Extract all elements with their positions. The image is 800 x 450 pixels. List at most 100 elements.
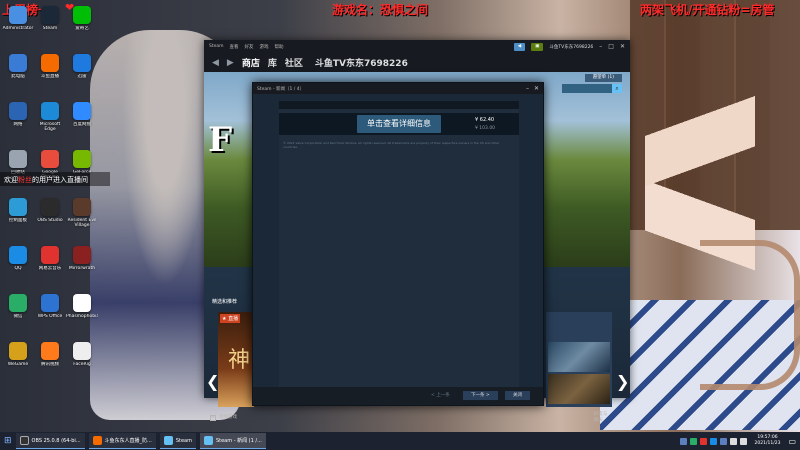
price-original: ¥ 103.00 <box>475 126 496 131</box>
minimize-icon[interactable]: – <box>599 43 602 50</box>
clock-date: 2021/11/23 <box>754 441 781 446</box>
back-arrow-icon[interactable]: ◀ <box>212 58 219 68</box>
tab-library[interactable]: 库 <box>268 56 277 69</box>
close-icon[interactable]: ✕ <box>620 43 625 50</box>
desktop-icon[interactable]: Resident Evil Village <box>66 198 98 232</box>
notify-highlight: 粉丝 <box>18 176 32 184</box>
desktop-icon[interactable]: 控制面板 <box>2 198 34 232</box>
start-icon[interactable]: ⊞ <box>4 436 12 446</box>
desktop-icon[interactable]: WPS Office <box>34 294 66 328</box>
popup-image-placeholder <box>279 101 519 109</box>
desktop-icon-label: FaceRig <box>73 362 91 367</box>
desktop-icon-label: Mirrorwrath <box>68 266 96 271</box>
app-icon <box>73 54 91 72</box>
prev-news-button[interactable]: < 上一条 <box>423 391 458 400</box>
friends-chat-button[interactable]: 好友与 聊天 <box>594 412 608 424</box>
app-icon <box>9 198 27 216</box>
view-details-button[interactable]: 单击查看详细信息 <box>357 115 441 133</box>
desktop-icon-label: 爱奇艺 <box>75 26 89 31</box>
desktop-icon[interactable]: OBS Studio <box>34 198 66 232</box>
desktop-icon-label: 控制面板 <box>9 218 27 223</box>
desktop-icon[interactable]: WeGame <box>2 342 34 376</box>
desktop-icon[interactable]: 爱奇艺 <box>66 6 98 40</box>
maximize-icon[interactable]: □ <box>608 43 614 50</box>
stream-notify-bar: 欢迎粉丝的用户进入直播间 <box>0 172 110 186</box>
desktop-icon-label: Resident Evil Village <box>67 218 97 228</box>
next-news-button[interactable]: 下一条 > <box>463 391 498 400</box>
app-icon <box>9 246 27 264</box>
close-button[interactable]: 关闭 <box>505 391 530 400</box>
desktop-icon-label: WPS Office <box>37 314 63 319</box>
menu-help[interactable]: 帮助 <box>275 44 284 50</box>
tab-community[interactable]: 社区 <box>285 56 303 69</box>
overlay-game-name: 游戏名：恐惧之间 <box>332 3 429 17</box>
thumbnail[interactable] <box>548 342 610 372</box>
desktop-icon[interactable]: 网络 <box>2 102 34 136</box>
app-icon <box>9 294 27 312</box>
taskbar-item-steam-news[interactable]: Steam - 新闻 (1 /... <box>199 433 266 449</box>
desktop-icon-label: OBS Studio <box>37 218 63 223</box>
desktop-icon[interactable]: Steam <box>34 6 66 40</box>
notification-center-icon[interactable]: ▭ <box>788 437 796 446</box>
close-icon[interactable]: ✕ <box>534 85 539 92</box>
overlay-promo: 两架飞机/开通钻粉=房管 <box>640 3 775 17</box>
taskbar-item-obs[interactable]: OBS 25.0.8 (64-bi... <box>15 433 85 449</box>
app-icon <box>41 102 59 120</box>
desktop-icon[interactable]: QQ <box>2 246 34 280</box>
desktop-icon[interactable]: FaceRig <box>66 342 98 376</box>
steam-icon <box>203 436 213 445</box>
notification-button[interactable]: ▣ <box>531 42 544 51</box>
carousel-prev-icon[interactable]: ❮ <box>206 372 219 391</box>
volume-icon[interactable] <box>739 437 747 445</box>
desktop-icon[interactable]: 迅雷 <box>66 54 98 88</box>
menu-steam[interactable]: Steam <box>209 44 224 49</box>
tab-username[interactable]: 斗鱼TV东东7698226 <box>315 56 408 69</box>
app-icon <box>9 102 27 120</box>
taskbar-label: Steam <box>175 437 192 444</box>
carousel-next-icon[interactable]: ❯ <box>616 372 629 391</box>
banner-title-letter: F <box>208 120 233 160</box>
account-menu[interactable]: 斗鱼TV东东7698226 <box>549 44 593 50</box>
tray-icon[interactable] <box>689 437 697 445</box>
app-icon <box>41 6 59 24</box>
app-icon <box>9 342 27 360</box>
add-game-button[interactable]: + 添加游戏 <box>210 414 237 421</box>
network-icon[interactable] <box>729 437 737 445</box>
desktop-icon[interactable]: 斗鱼直播 <box>34 54 66 88</box>
app-icon <box>41 294 59 312</box>
search-icon[interactable]: ⌕ <box>612 84 622 93</box>
taskbar-item-steam[interactable]: Steam <box>159 433 196 449</box>
desktop-icon[interactable]: 百度网盘 <box>66 102 98 136</box>
desktop-icon[interactable]: Mirrorwrath <box>66 246 98 280</box>
taskbar-item-browser[interactable]: 斗鱼东东人直播_防... <box>88 433 156 449</box>
wishlist-button[interactable]: 愿望单 (1) <box>584 74 622 82</box>
desktop-icon[interactable]: Phasmophobia <box>66 294 98 328</box>
tray-icon[interactable] <box>719 437 727 445</box>
store-search-input[interactable] <box>562 84 612 93</box>
thumbnail[interactable] <box>548 374 610 404</box>
menu-friends[interactable]: 好友 <box>245 44 254 50</box>
forward-arrow-icon[interactable]: ▶ <box>227 58 234 68</box>
desktop-icon-label: 微信 <box>13 314 23 319</box>
clock[interactable]: 19:57:06 2021/11/23 <box>755 435 781 447</box>
desktop-icon[interactable]: 网易云音乐 <box>34 246 66 280</box>
tray-icon[interactable] <box>679 437 687 445</box>
notify-suffix: 的用户进入直播间 <box>32 176 88 184</box>
taskbar-label: Steam - 新闻 (1 /... <box>215 438 262 444</box>
tray-icon[interactable] <box>699 437 707 445</box>
desktop-icon[interactable]: Microsoft Edge <box>34 102 66 136</box>
menu-view[interactable]: 查看 <box>230 44 239 50</box>
featured-card[interactable]: ★ 直播 神 <box>218 312 254 407</box>
broadcast-button[interactable]: ◀ <box>513 42 526 51</box>
minimize-icon[interactable]: – <box>526 85 529 92</box>
tray-icon[interactable] <box>709 437 717 445</box>
desktop-icon-label: 百度网盘 <box>73 122 91 127</box>
tab-store[interactable]: 商店 <box>242 56 260 69</box>
menu-games[interactable]: 游戏 <box>260 44 269 50</box>
desktop-icon[interactable]: 微信 <box>2 294 34 328</box>
desktop-icon-label: WeGame <box>7 362 29 367</box>
popup-titlebar: Steam - 新闻（1 / 4） – ✕ <box>253 83 543 94</box>
desktop-icon[interactable]: Administrator <box>2 6 34 40</box>
desktop-icon[interactable]: 腾讯视频 <box>34 342 66 376</box>
desktop-icon[interactable]: 此电脑 <box>2 54 34 88</box>
